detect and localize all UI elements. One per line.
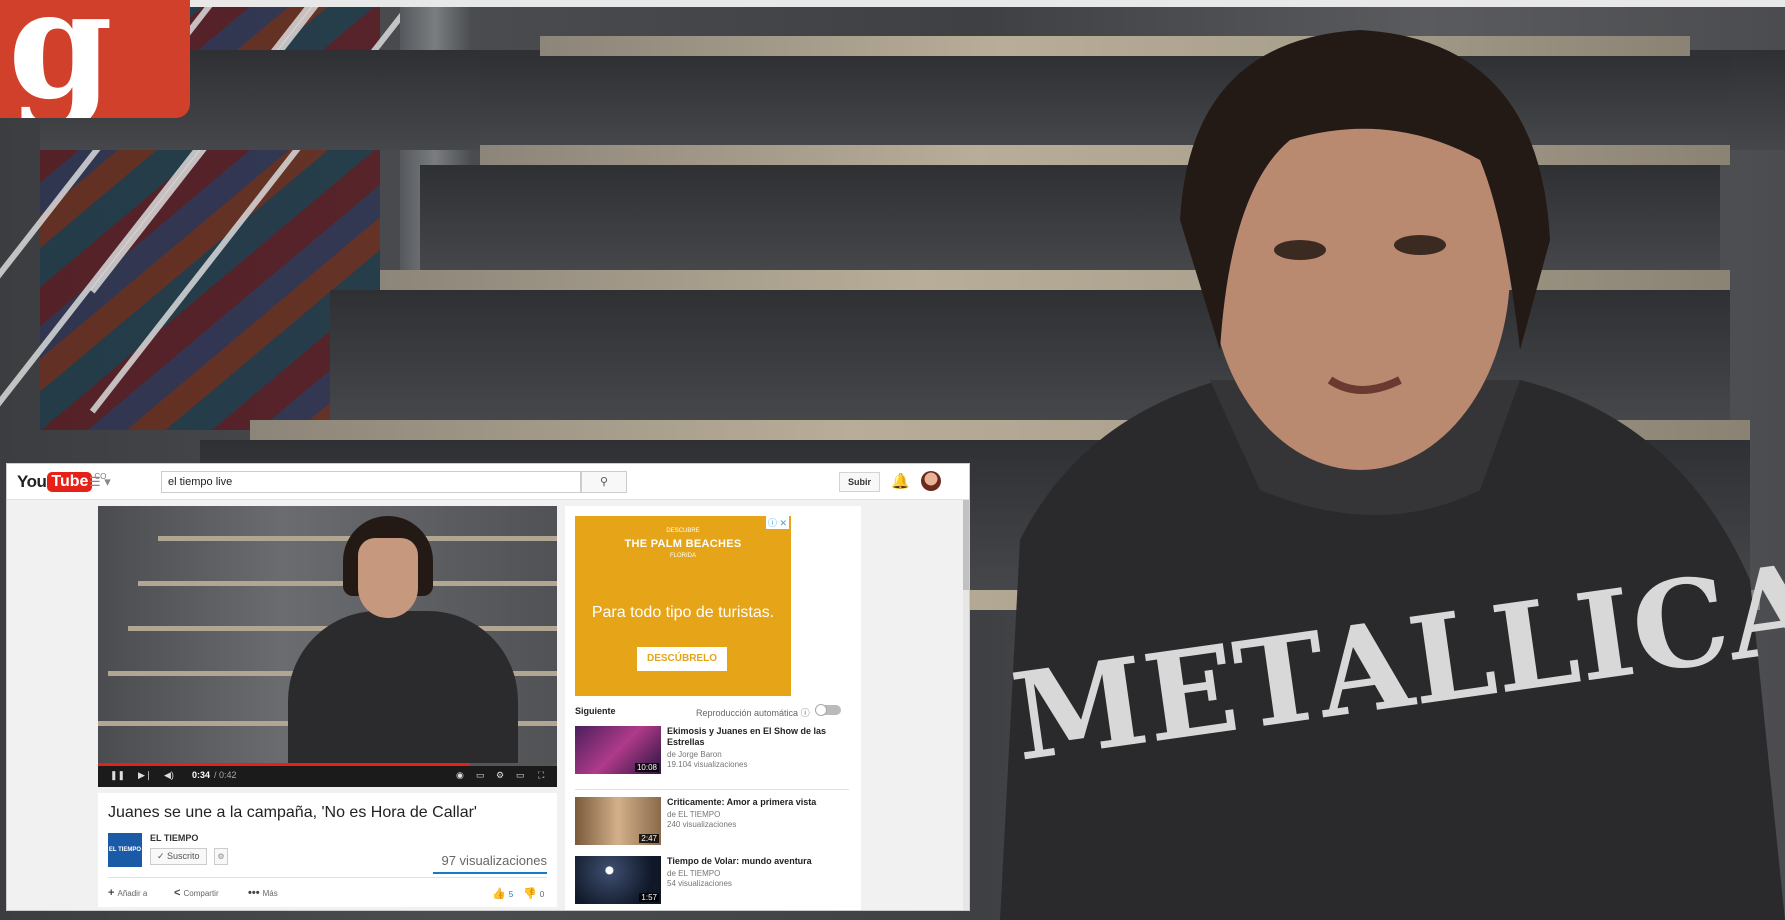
like-count: 5	[508, 890, 514, 899]
share-label: Compartir	[183, 889, 219, 898]
scrollbar-thumb[interactable]	[963, 500, 969, 590]
search-icon: ⚲	[599, 476, 609, 488]
video-thumbnail[interactable]: 1:57	[575, 856, 661, 904]
duration-badge: 10:08	[634, 763, 659, 772]
video-thumbnail[interactable]: 10:08	[575, 726, 661, 774]
more-dots-icon: •••	[248, 887, 263, 899]
youtube-header: You Tube CO ☰ ▾ el tiempo live ⚲ Subir 🔔	[7, 464, 969, 500]
pause-icon[interactable]: ❚❚	[110, 770, 125, 781]
player-controls: ❚❚ ▶❘ ◀) 0:34 / 0:42 ◉ ▭ ⚙ ▭ ⛶	[98, 766, 557, 787]
watch-sidebar: ⓘ ✕ DESCUBRE THE PALM BEACHES FLORIDA Pa…	[565, 506, 861, 910]
add-to-button[interactable]: + Añadir a	[108, 887, 147, 899]
list-item[interactable]: 1:57 Tiempo de Volar: mundo aventura de …	[575, 856, 855, 906]
video-player[interactable]: ❚❚ ▶❘ ◀) 0:34 / 0:42 ◉ ▭ ⚙ ▭ ⛶	[98, 506, 557, 787]
ad-cta-button[interactable]: DESCÚBRELO	[637, 647, 727, 671]
more-label: Más	[262, 889, 278, 898]
add-to-label: Añadir a	[117, 889, 148, 898]
subscribed-label: Suscrito	[167, 851, 200, 861]
list-item[interactable]: 10:08 Ekimosis y Juanes en El Show de la…	[575, 726, 855, 776]
rec-title[interactable]: Tiempo de Volar: mundo aventura	[667, 856, 857, 867]
video-title: Juanes se une a la campaña, 'No es Hora …	[108, 804, 477, 821]
rec-views: 54 visualizaciones	[667, 879, 732, 888]
time-current: 0:34	[192, 770, 211, 780]
rec-channel: de Jorge Baron	[667, 750, 722, 759]
duration-badge: 2:47	[639, 834, 659, 843]
autoplay-label: Reproducción automática ⓘ	[696, 706, 810, 719]
more-button[interactable]: ••• Más	[248, 887, 278, 899]
background-person: METALLICA	[1000, 30, 1785, 920]
info-icon[interactable]: ⓘ	[801, 708, 810, 718]
view-count: 97 visualizaciones	[441, 853, 547, 868]
toggle-knob	[815, 704, 827, 716]
check-icon: ✓	[157, 851, 168, 861]
channel-avatar[interactable]: EL TIEMPO	[108, 833, 142, 867]
upload-button[interactable]: Subir	[839, 472, 881, 492]
guide-menu-icon[interactable]: ☰ ▾	[89, 474, 111, 490]
logo-you: You	[17, 472, 47, 491]
search-button[interactable]: ⚲	[581, 471, 627, 493]
dislike-button[interactable]: 👎 0	[523, 887, 544, 900]
rec-channel: de EL TIEMPO	[667, 869, 721, 878]
next-icon[interactable]: ▶❘	[138, 770, 152, 781]
ad-brand: THE PALM BEACHES	[624, 538, 742, 550]
volume-icon[interactable]: ◀)	[164, 770, 174, 781]
search-input[interactable]: el tiempo live	[161, 471, 581, 493]
video-thumbnail[interactable]: 2:47	[575, 797, 661, 845]
up-next-label: Siguiente	[575, 706, 616, 716]
time-total: / 0:42	[214, 770, 237, 780]
rec-views: 19.104 visualizaciones	[667, 760, 748, 769]
thumbs-up-icon: 👍	[492, 888, 509, 900]
share-button[interactable]: < Compartir	[174, 887, 219, 899]
divider	[575, 789, 849, 790]
notifications-bell-icon[interactable]: 🔔	[891, 472, 910, 490]
ad-brand-post: FLORIDA	[669, 553, 696, 559]
dislike-count: 0	[539, 890, 545, 899]
avatar[interactable]	[921, 471, 941, 491]
duration-badge: 1:57	[639, 893, 659, 902]
top-bar	[160, 0, 1785, 7]
video-frame	[98, 506, 557, 771]
thumbs-down-icon: 👎	[523, 888, 540, 900]
youtube-window: You Tube CO ☰ ▾ el tiempo live ⚲ Subir 🔔…	[6, 463, 970, 911]
rec-views: 240 visualizaciones	[667, 820, 737, 829]
autoplay-toggle[interactable]	[815, 704, 841, 716]
theater-mode-icon[interactable]: ▭	[516, 770, 525, 781]
autoplay-text: Reproducción automática	[696, 708, 799, 718]
rec-channel: de EL TIEMPO	[667, 810, 721, 819]
views-underline	[433, 872, 547, 874]
scrollbar[interactable]	[963, 500, 969, 910]
ad-tagline: Para todo tipo de turistas.	[591, 604, 775, 621]
channel-name[interactable]: EL TIEMPO	[150, 833, 198, 843]
divider	[108, 877, 547, 878]
ad-banner[interactable]: ⓘ ✕ DESCUBRE THE PALM BEACHES FLORIDA Pa…	[575, 516, 791, 696]
logo-tube: Tube	[47, 472, 93, 492]
subscription-settings-icon[interactable]: ⚙	[214, 848, 228, 865]
settings-gear-icon[interactable]: ⚙	[496, 770, 504, 781]
like-button[interactable]: 👍 5	[492, 887, 513, 900]
rec-title[interactable]: Criticamente: Amor a primera vista	[667, 797, 857, 808]
video-metadata: Juanes se une a la campaña, 'No es Hora …	[98, 793, 557, 907]
google-plus-logo: g	[0, 0, 190, 118]
ad-brand-pre: DESCUBRE	[666, 528, 700, 534]
subscribed-button[interactable]: ✓ Suscrito	[150, 848, 207, 865]
subtitles-icon[interactable]: ▭	[476, 770, 485, 781]
fullscreen-icon[interactable]: ⛶	[538, 770, 544, 781]
rec-title[interactable]: Ekimosis y Juanes en El Show de las Estr…	[667, 726, 857, 748]
annotations-icon[interactable]: ◉	[456, 770, 464, 781]
list-item[interactable]: 2:47 Criticamente: Amor a primera vista …	[575, 797, 855, 847]
